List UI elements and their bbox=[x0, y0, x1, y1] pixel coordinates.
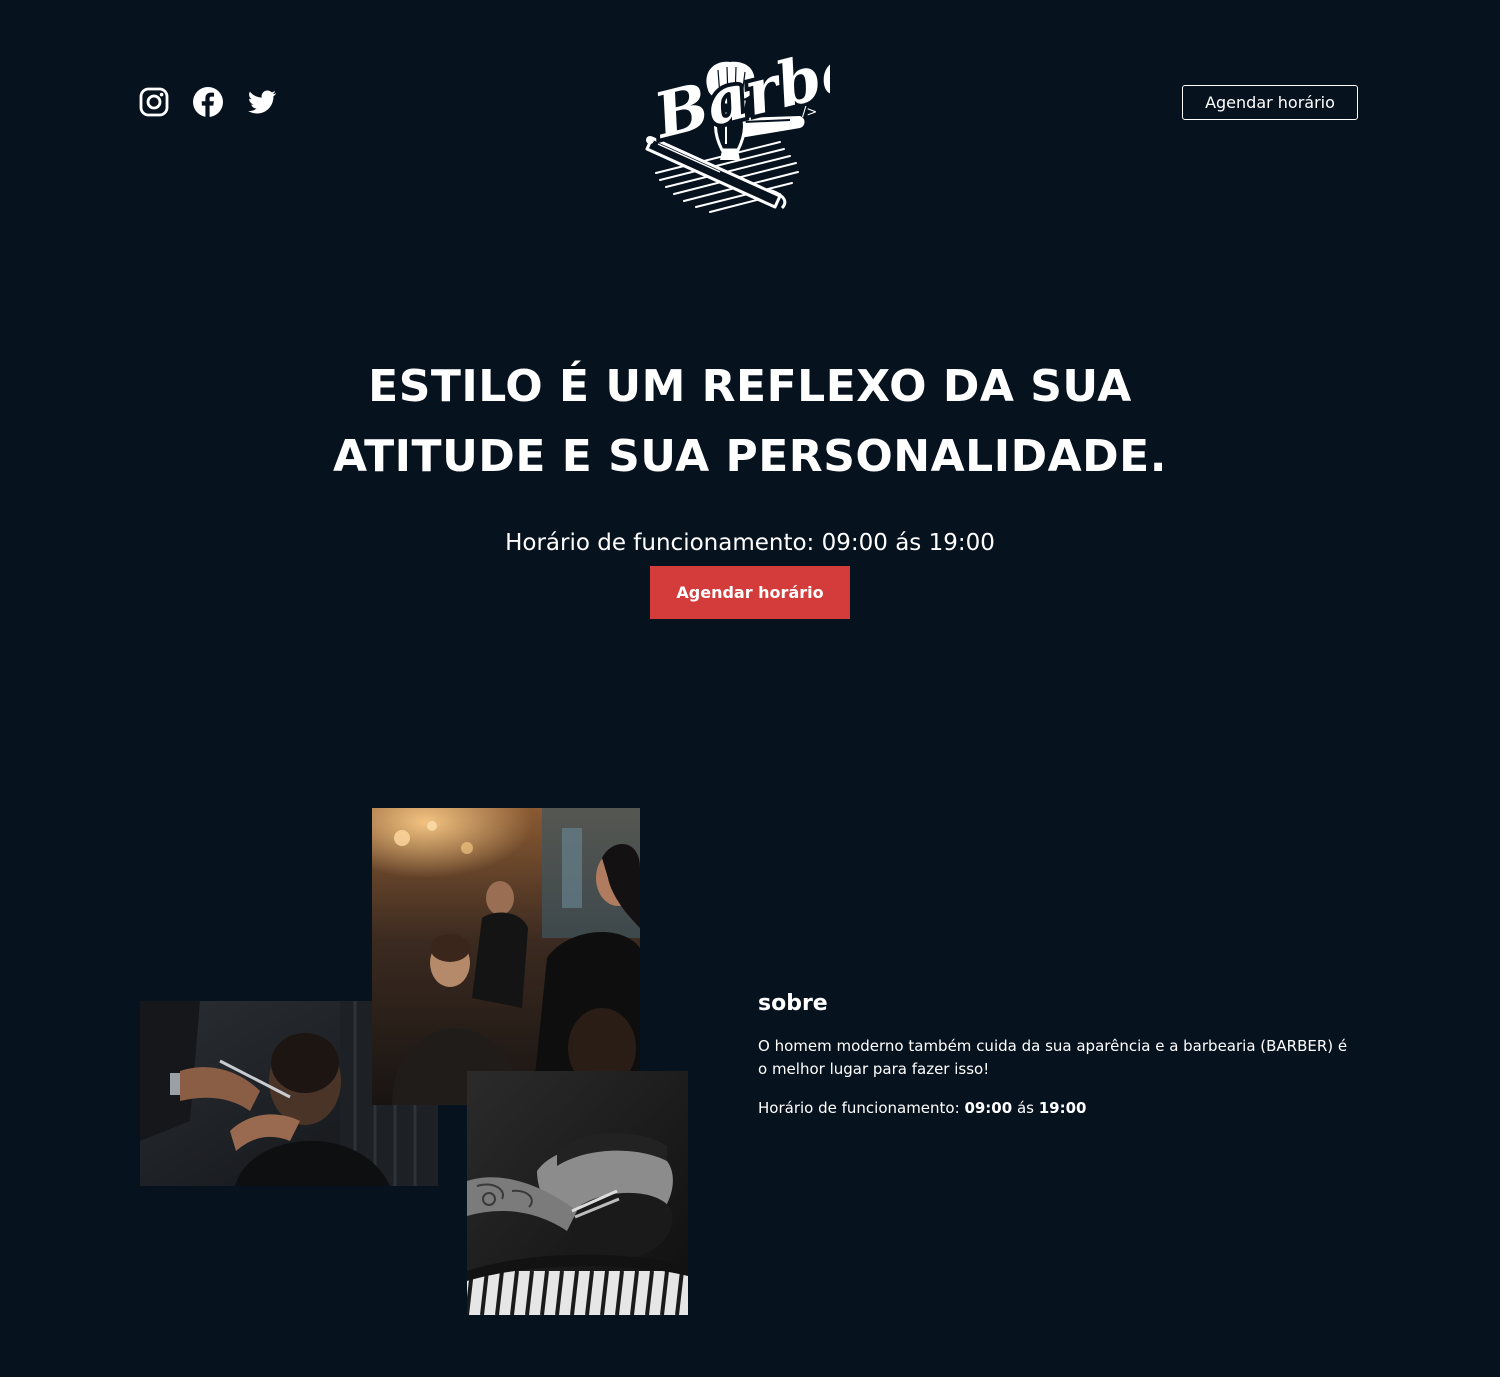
site-header: Barber Barber /> Agendar horário bbox=[0, 0, 1500, 230]
about-hours-open: 09:00 bbox=[964, 1099, 1013, 1117]
about-hours-close: 19:00 bbox=[1038, 1099, 1087, 1117]
hero-opening-hours: Horário de funcionamento: 09:00 ás 19:00 bbox=[505, 530, 995, 556]
logo-tag: /> bbox=[802, 105, 817, 120]
about-title: sobre bbox=[758, 991, 828, 1016]
header-schedule-button[interactable]: Agendar horário bbox=[1182, 85, 1358, 120]
hero-title: ESTILO É UM REFLEXO DA SUA ATITUDE E SUA… bbox=[250, 352, 1250, 492]
barber-photo-beard-trim bbox=[467, 1071, 688, 1315]
about-hours-separator: ás bbox=[1012, 1099, 1039, 1117]
logo-text: Barber bbox=[646, 22, 830, 153]
hero-title-line-2: ATITUDE E SUA PERSONALIDADE. bbox=[333, 431, 1167, 482]
instagram-icon[interactable] bbox=[138, 86, 170, 118]
twitter-icon[interactable] bbox=[246, 86, 278, 118]
about-description: O homem moderno também cuida da sua apar… bbox=[758, 1037, 1348, 1078]
about-hours-prefix: Horário de funcionamento: bbox=[758, 1099, 965, 1117]
facebook-icon[interactable] bbox=[192, 86, 224, 118]
hero-schedule-button[interactable]: Agendar horário bbox=[650, 566, 850, 619]
hero-title-line-1: ESTILO É UM REFLEXO DA SUA bbox=[368, 361, 1132, 412]
barber-photo-shop bbox=[372, 808, 640, 1105]
about-opening-hours: Horário de funcionamento: 09:00 ás 19:00 bbox=[758, 1097, 1086, 1120]
barber-logo[interactable]: Barber Barber /> bbox=[630, 10, 830, 215]
social-links bbox=[138, 86, 278, 118]
